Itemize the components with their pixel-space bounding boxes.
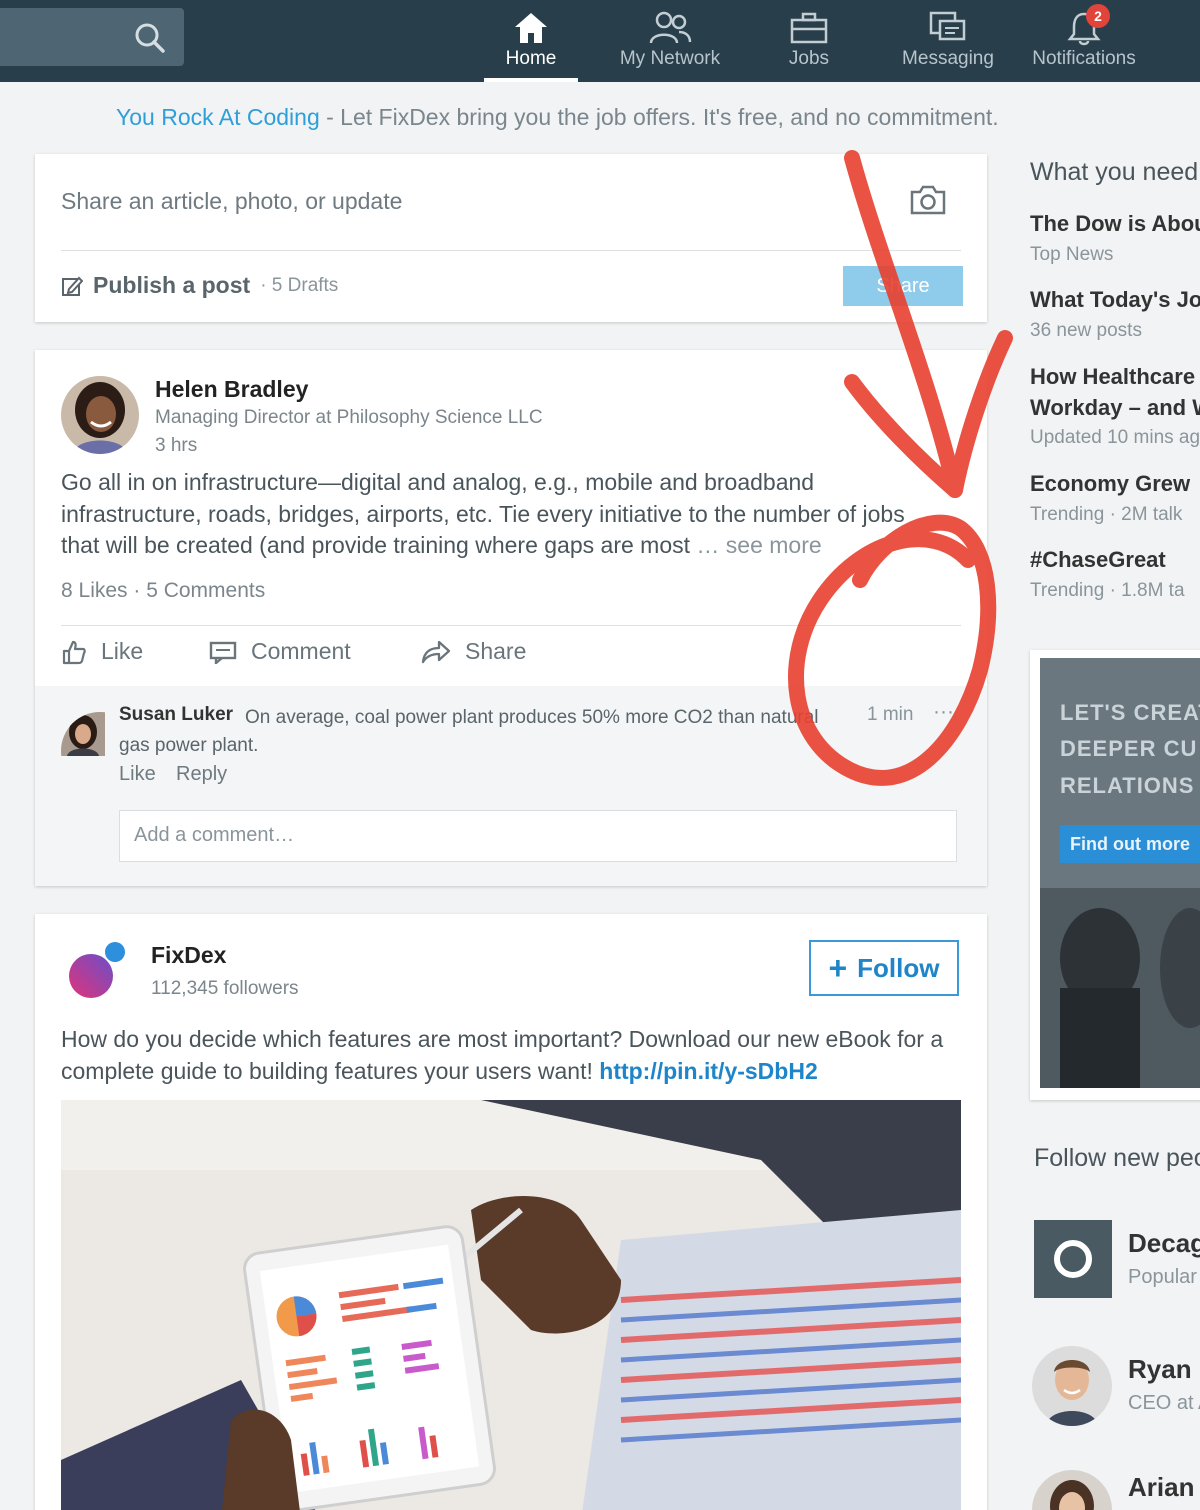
active-tab-indicator	[484, 78, 578, 82]
news-module: What you need to know The Dow is About T…	[1014, 140, 1200, 610]
nav-messaging-label: Messaging	[902, 48, 994, 69]
fixdex-logo[interactable]	[65, 940, 129, 1004]
post-link[interactable]: http://pin.it/y-sDbH2	[599, 1058, 817, 1084]
ad-headline-line: RELATIONS	[1060, 773, 1195, 798]
comment-label: Comment	[251, 638, 351, 664]
news-headline[interactable]: Economy Grew	[1030, 468, 1190, 499]
suggestion-name[interactable]: Ryan	[1128, 1354, 1192, 1385]
comment-more-icon[interactable]: ···	[933, 700, 954, 724]
news-subtext: Updated 10 mins ago	[1030, 427, 1200, 448]
divider	[61, 250, 961, 251]
suggestion-avatar[interactable]	[1032, 1470, 1112, 1510]
suggestion-name[interactable]: Arian	[1128, 1472, 1194, 1503]
suggestion-subtext: Popular	[1128, 1266, 1197, 1288]
company-name[interactable]: FixDex	[151, 942, 226, 969]
like-button[interactable]: Like	[61, 638, 143, 665]
news-subtext: Trending · 2M talk	[1030, 504, 1183, 525]
publish-post-link[interactable]: Publish a post · 5 Drafts	[61, 272, 338, 299]
promo-link[interactable]: You Rock At Coding	[116, 104, 320, 130]
nav-messaging[interactable]: Messaging	[898, 0, 998, 82]
promo-text: - Let FixDex bring you the job offers. I…	[319, 104, 999, 130]
news-module-title: What you need to know	[1030, 158, 1200, 186]
post-body: Go all in on infrastructure—digital and …	[61, 467, 931, 562]
suggestion-name[interactable]: Decag	[1128, 1228, 1200, 1259]
news-headline[interactable]: The Dow is About	[1030, 208, 1200, 239]
follow-button[interactable]: + Follow	[809, 940, 959, 996]
find-out-more-button[interactable]: Find out more	[1060, 825, 1200, 863]
search-box[interactable]	[0, 8, 184, 66]
post-social-counts[interactable]: 8 Likes · 5 Comments	[61, 579, 265, 603]
edit-icon	[62, 276, 83, 296]
thumbs-up-icon	[62, 640, 86, 664]
post-image[interactable]	[61, 1100, 961, 1510]
nav-jobs-label: Jobs	[788, 48, 830, 69]
suggestion-avatar[interactable]	[1034, 1220, 1112, 1298]
share-post-button[interactable]: Share	[421, 638, 526, 665]
share-arrow-icon	[421, 640, 451, 663]
comments-section: On average, coal power plant produces 50…	[35, 686, 987, 886]
news-headline[interactable]: What Today's Jo	[1030, 284, 1200, 315]
avatar[interactable]	[61, 376, 139, 454]
post-author-name[interactable]: Helen Bradley	[155, 376, 308, 403]
current-user-avatar	[61, 712, 139, 790]
share-label: Share	[465, 638, 527, 664]
comment-author[interactable]: Susan Luker	[119, 704, 233, 726]
feed-post: Helen Bradley Managing Director at Philo…	[35, 350, 987, 886]
post-timestamp: 3 hrs	[155, 435, 198, 456]
drafts-count[interactable]: · 5 Drafts	[260, 275, 338, 297]
briefcase-icon	[790, 8, 828, 48]
follower-count: 112,345 followers	[151, 978, 299, 999]
ad-headline-line: DEEPER CU	[1060, 736, 1198, 761]
comment-reply-button[interactable]: Reply	[176, 763, 227, 786]
share-button[interactable]: Share	[843, 266, 963, 306]
follow-label: Follow	[857, 952, 940, 983]
suggestion-avatar[interactable]	[1032, 1346, 1112, 1426]
post-author-headline: Managing Director at Philosophy Science …	[155, 407, 543, 428]
plus-icon: +	[828, 950, 848, 986]
notification-count-badge: 2	[1086, 4, 1110, 28]
share-input[interactable]: Share an article, photo, or update	[61, 188, 402, 215]
suggestion-subtext: CEO at A	[1128, 1392, 1200, 1414]
people-icon	[648, 8, 692, 48]
follow-suggestions-title: Follow new people	[1034, 1144, 1200, 1172]
circle-logo-icon	[1054, 1240, 1092, 1278]
comment-time: 1 min	[867, 704, 914, 725]
home-icon	[513, 8, 549, 48]
nav-my-network[interactable]: My Network	[612, 0, 728, 82]
ad-headline-line: LET'S CREATE	[1060, 700, 1200, 725]
nav-notifications-label: Notifications	[1032, 48, 1136, 69]
nav-notifications[interactable]: Notifications 2	[1024, 0, 1144, 82]
feed-post: FixDex 112,345 followers + Follow How do…	[35, 914, 987, 1510]
nav-home[interactable]: Home	[484, 0, 578, 82]
news-subtext: Trending · 1.8M ta	[1030, 580, 1185, 601]
share-box: Share an article, photo, or update Publi…	[35, 154, 987, 322]
nav-home-label: Home	[505, 48, 557, 69]
ad-card[interactable]: LET'S CREATE DEEPER CU RELATIONS Find ou…	[1030, 650, 1200, 1100]
comment-button[interactable]: Comment	[209, 638, 351, 665]
search-icon[interactable]	[134, 22, 166, 54]
news-headline[interactable]: #ChaseGreat	[1030, 544, 1166, 575]
divider	[61, 625, 961, 626]
nav-jobs[interactable]: Jobs	[776, 0, 842, 82]
messaging-icon	[929, 8, 967, 48]
like-label: Like	[101, 638, 144, 664]
camera-icon[interactable]	[909, 184, 947, 221]
top-navigation-bar: Home My Network Jobs Messaging Notificat…	[0, 0, 1200, 82]
news-headline[interactable]: How Healthcare	[1030, 361, 1195, 392]
news-subtext: 36 new posts	[1030, 320, 1142, 341]
comment-icon	[209, 641, 237, 664]
add-comment-input[interactable]: Add a comment…	[119, 810, 957, 862]
news-subtext: Top News	[1030, 244, 1114, 265]
post-body: How do you decide which features are mos…	[61, 1024, 961, 1087]
nav-my-network-label: My Network	[619, 48, 721, 69]
see-more-link[interactable]: … see more	[690, 532, 821, 558]
publish-post-label: Publish a post	[93, 272, 251, 298]
promo-banner: You Rock At Coding - Let FixDex bring yo…	[116, 104, 999, 131]
ad-image[interactable]: LET'S CREATE DEEPER CU RELATIONS Find ou…	[1040, 658, 1200, 1088]
news-headline-line2[interactable]: Workday – and W	[1030, 392, 1200, 423]
